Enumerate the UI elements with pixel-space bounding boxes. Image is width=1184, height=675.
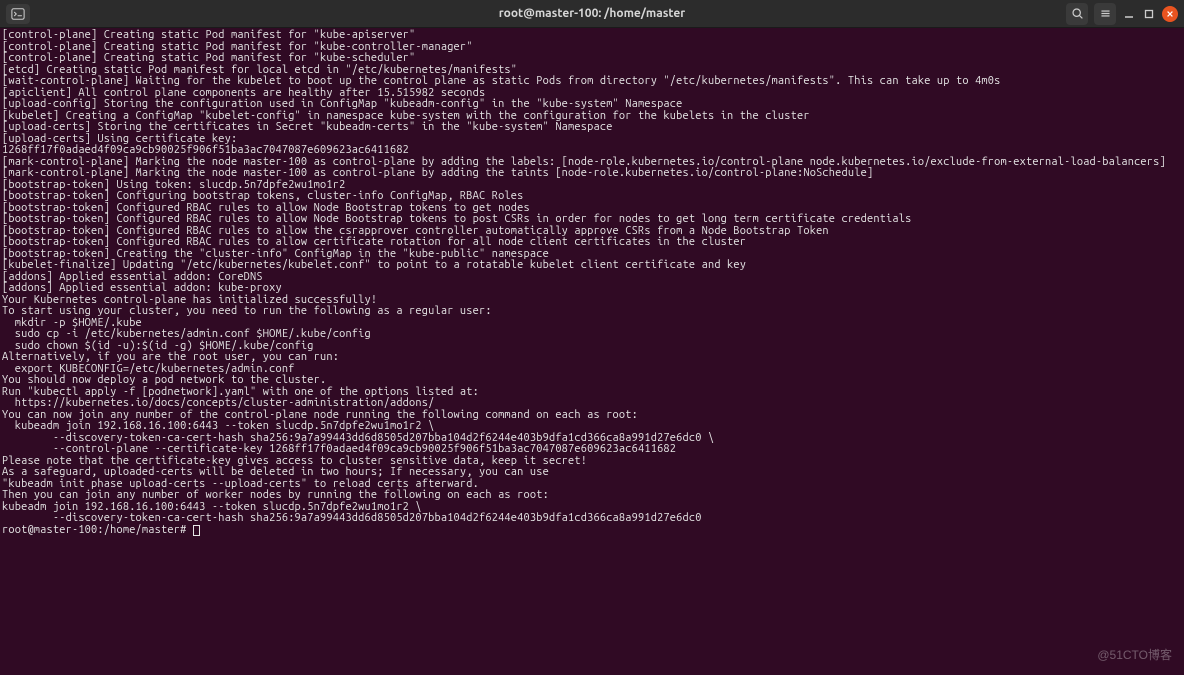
titlebar-right — [1066, 3, 1178, 25]
maximize-button[interactable] — [1142, 7, 1156, 21]
terminal-line: [bootstrap-token] Configured RBAC rules … — [2, 237, 1182, 249]
terminal-line: --control-plane --certificate-key 1268ff… — [2, 444, 1182, 456]
terminal-line: 1268ff17f0adaed4f09ca9cb90025f906f51ba3a… — [2, 145, 1182, 157]
terminal-line: Alternatively, if you are the root user,… — [2, 352, 1182, 364]
maximize-icon — [1144, 9, 1154, 19]
terminal-line: [upload-certs] Storing the certificates … — [2, 122, 1182, 134]
search-icon — [1071, 7, 1084, 20]
terminal-line: [addons] Applied essential addon: kube-p… — [2, 283, 1182, 295]
terminal-line: As a safeguard, uploaded-certs will be d… — [2, 467, 1182, 479]
terminal-icon — [11, 7, 25, 21]
terminal-line: [wait-control-plane] Waiting for the kub… — [2, 76, 1182, 88]
terminal-line: sudo cp -i /etc/kubernetes/admin.conf $H… — [2, 329, 1182, 341]
terminal-line: You should now deploy a pod network to t… — [2, 375, 1182, 387]
menu-button[interactable] — [1094, 3, 1116, 25]
minimize-button[interactable] — [1122, 7, 1136, 21]
terminal-line: To start using your cluster, you need to… — [2, 306, 1182, 318]
terminal-prompt-line: root@master-100:/home/master# — [2, 525, 1182, 537]
terminal-line: [bootstrap-token] Configuring bootstrap … — [2, 191, 1182, 203]
minimize-icon — [1124, 9, 1134, 19]
titlebar-left — [6, 4, 30, 24]
terminal-line: https://kubernetes.io/docs/concepts/clus… — [2, 398, 1182, 410]
terminal-body[interactable]: [control-plane] Creating static Pod mani… — [0, 28, 1184, 675]
terminal-line: [upload-config] Storing the configuratio… — [2, 99, 1182, 111]
terminal-line: kubeadm join 192.168.16.100:6443 --token… — [2, 421, 1182, 433]
terminal-line: [kubelet-finalize] Updating "/etc/kubern… — [2, 260, 1182, 272]
terminal-line: [control-plane] Creating static Pod mani… — [2, 53, 1182, 65]
close-button[interactable] — [1162, 6, 1178, 22]
close-icon — [1166, 10, 1174, 18]
terminal-line: Then you can join any number of worker n… — [2, 490, 1182, 502]
hamburger-icon — [1099, 7, 1112, 20]
titlebar: root@master-100: /home/master — [0, 0, 1184, 28]
search-button[interactable] — [1066, 3, 1088, 25]
shell-prompt: root@master-100:/home/master# — [2, 524, 193, 536]
terminal-line: [control-plane] Creating static Pod mani… — [2, 30, 1182, 42]
cursor — [193, 525, 200, 536]
window-title: root@master-100: /home/master — [499, 7, 685, 20]
new-tab-button[interactable] — [6, 4, 30, 24]
terminal-line: [mark-control-plane] Marking the node ma… — [2, 168, 1182, 180]
terminal-line: [bootstrap-token] Configured RBAC rules … — [2, 214, 1182, 226]
